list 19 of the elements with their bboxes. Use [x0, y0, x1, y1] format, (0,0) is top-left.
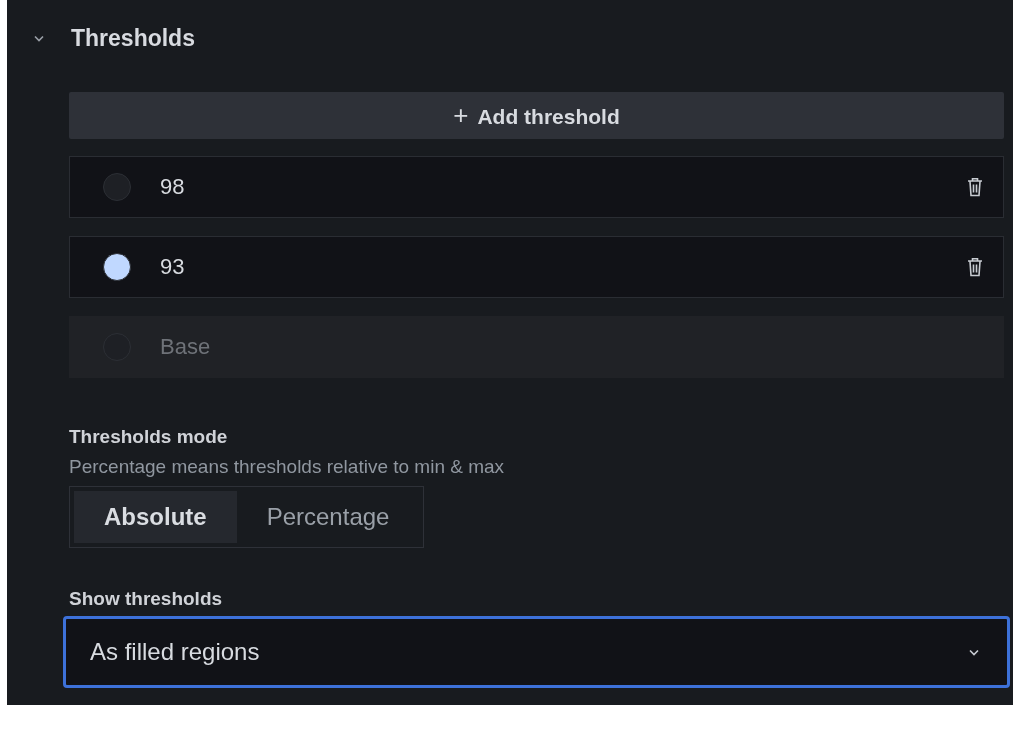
show-thresholds-select[interactable]: As filled regions: [63, 616, 1010, 688]
threshold-input[interactable]: 98: [69, 156, 1004, 218]
section-title: Thresholds: [71, 24, 195, 52]
caret-icon: [969, 648, 979, 656]
field-label: Thresholds mode: [69, 426, 228, 448]
color-swatch[interactable]: [103, 173, 131, 201]
chevron-icon[interactable]: [34, 34, 44, 42]
threshold-input[interactable]: 93: [69, 236, 1004, 298]
threshold-value: Base: [160, 334, 212, 360]
field-label: Show thresholds: [69, 588, 224, 610]
mode-option[interactable]: Percentage: [236, 491, 420, 543]
trash-icon[interactable]: [967, 257, 983, 277]
color-swatch[interactable]: [103, 253, 131, 281]
mode-option[interactable]: Absolute: [74, 491, 237, 543]
field-description: Percentage means thresholds relative to min & max: [69, 456, 505, 478]
threshold-value: 93: [160, 254, 186, 280]
threshold-value: 98: [160, 174, 186, 200]
add-threshold-button[interactable]: + Add threshold: [69, 92, 1004, 139]
trash-icon[interactable]: [967, 177, 983, 197]
